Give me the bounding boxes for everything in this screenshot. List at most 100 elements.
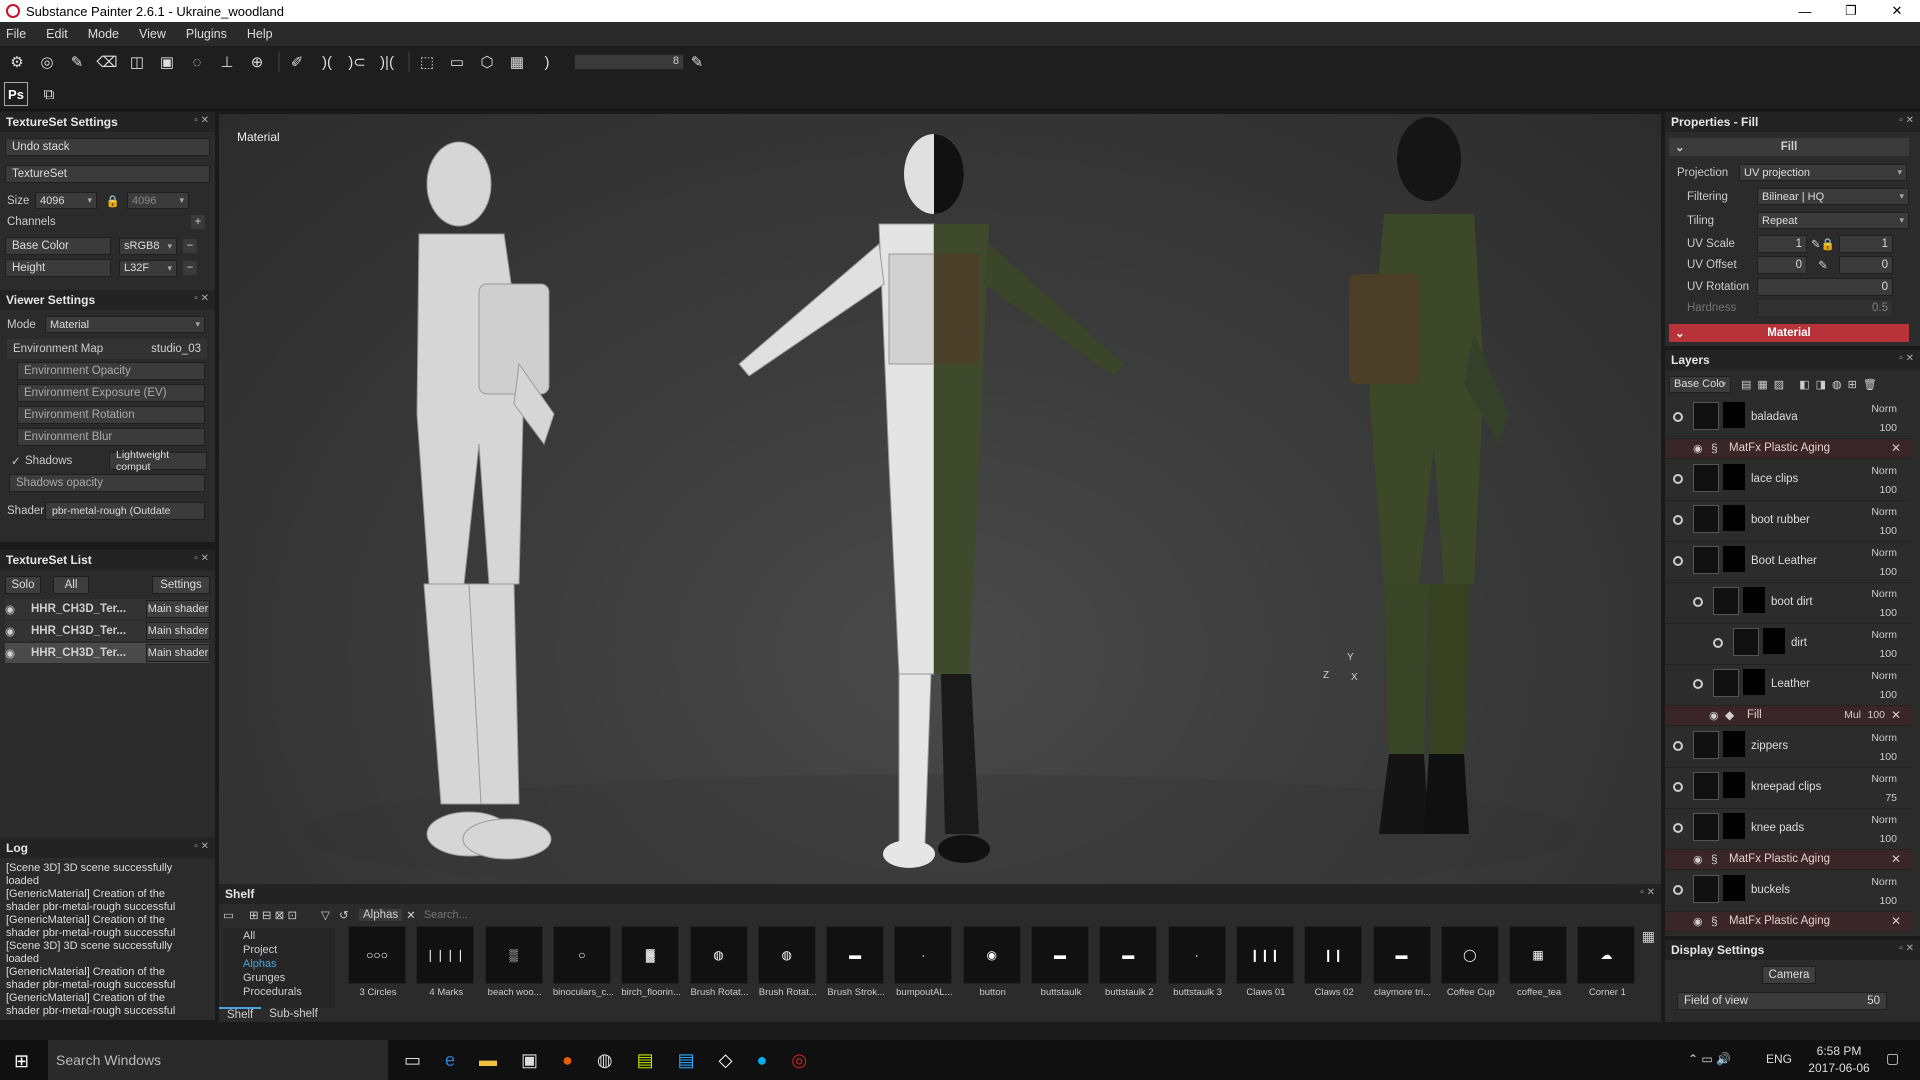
mode-select[interactable]: Material [45, 316, 205, 333]
shelf-item[interactable]: ▬ buttstaulk [1031, 926, 1091, 1002]
windows-start-icon[interactable]: ⊞ [14, 1051, 29, 1072]
layer-blend-mode[interactable]: Norm [1871, 732, 1897, 744]
filter-tag[interactable]: Alphas [359, 909, 403, 921]
layer-opacity[interactable]: 100 [1879, 689, 1897, 701]
settings-button[interactable]: Settings [152, 576, 210, 594]
menu-view[interactable]: View [139, 27, 166, 41]
clone-stamp-icon[interactable]: ⊥ [214, 50, 240, 74]
tray-icons[interactable]: ⌃ ▭ 🔊 [1688, 1052, 1731, 1066]
remove-effect-icon[interactable]: ✕ [1891, 708, 1901, 722]
add-channel-button[interactable]: + [191, 215, 205, 229]
visibility-radio-icon[interactable]: ◉ [5, 602, 19, 616]
layer-action-icons[interactable]: ▤▦▨ ◧◨◍⊞🗑 [1741, 378, 1883, 391]
export-icon[interactable]: ⧉ [36, 82, 62, 106]
layer-blend-mode[interactable]: Norm [1871, 670, 1897, 682]
panel-close-icon[interactable]: ▫ ✕ [194, 293, 209, 304]
solo-button[interactable]: Solo [5, 576, 41, 594]
layer-row[interactable]: boot dirt Norm 100 [1665, 583, 1911, 624]
shelf-item[interactable]: ◍ Brush Rotat... [689, 926, 750, 1002]
layer-blend-mode[interactable]: Norm [1871, 773, 1897, 785]
taskbar-search[interactable]: Search Windows [48, 1040, 388, 1080]
undo-stack-button[interactable]: Undo stack [5, 138, 210, 156]
sub-shelf-tab[interactable]: Sub-shelf [261, 1008, 326, 1020]
shelf-actions-icon[interactable]: ⊞ ⊟ ⊠ ⊡ [249, 908, 321, 922]
brush-size-slider[interactable]: 8 [574, 54, 684, 70]
layer-opacity[interactable]: 75 [1885, 792, 1897, 804]
clock-date[interactable]: 2017-06-06 [1804, 1061, 1874, 1075]
close-button[interactable]: ✕ [1874, 0, 1920, 22]
shadows-checkbox[interactable]: ✓ [11, 454, 25, 468]
all-button[interactable]: All [53, 576, 89, 594]
visibility-eye-icon[interactable] [1673, 823, 1683, 833]
textureset-field[interactable]: TextureSet [5, 165, 210, 183]
visibility-radio-icon[interactable]: ◉ [5, 624, 19, 638]
shader-select[interactable]: pbr-metal-rough (Outdate [45, 502, 205, 520]
panel-close-icon[interactable]: ▫ ✕ [1640, 887, 1655, 898]
base-color-format[interactable]: sRGB8 [119, 237, 177, 255]
fill-section-header[interactable]: ⌄ Fill [1669, 138, 1909, 156]
effect-row[interactable]: ◉ § MatFx Plastic Aging ✕ [1665, 912, 1911, 932]
shelf-item[interactable]: ▬ Brush Strok... [826, 926, 886, 1002]
3d-viewport[interactable]: Material Y Z X [219, 114, 1661, 884]
textureset-item[interactable]: ◉ HHR_CH3D_Ter... Main shader [5, 599, 210, 619]
shelf-category[interactable]: Project [223, 942, 335, 956]
visibility-eye-icon[interactable] [1693, 597, 1703, 607]
lock-icon[interactable]: 🔒 [103, 194, 123, 208]
photoshop-icon[interactable]: ▤ [678, 1050, 695, 1071]
layer-opacity[interactable]: 100 [1879, 566, 1897, 578]
symmetry-icon[interactable]: )( [314, 50, 340, 74]
textureset-item[interactable]: ◉ HHR_CH3D_Ter... Main shader [5, 621, 210, 641]
camera-button[interactable]: Camera [1762, 966, 1816, 984]
shader-assign-button[interactable]: Main shader [146, 644, 210, 662]
store-icon[interactable]: ▣ [521, 1050, 538, 1071]
shelf-category-selected[interactable]: Alphas [223, 956, 335, 970]
projection-icon[interactable]: ◫ [124, 50, 150, 74]
symmetry-axis-icon[interactable]: )|( [374, 50, 400, 74]
shader-assign-button[interactable]: Main shader [146, 600, 210, 618]
firefox-icon[interactable]: ● [562, 1050, 573, 1071]
shelf-item[interactable]: ▬ buttstaulk 2 [1099, 926, 1159, 1002]
visibility-eye-icon[interactable] [1673, 885, 1683, 895]
camera-icon[interactable]: ▭ [444, 50, 470, 74]
layer-blend-mode[interactable]: Norm [1871, 547, 1897, 559]
shelf-item[interactable]: ◉ button [962, 926, 1023, 1002]
visibility-eye-icon[interactable] [1673, 556, 1683, 566]
shelf-item[interactable]: ▬ claymore tri... [1372, 926, 1433, 1002]
visibility-eye-icon[interactable] [1673, 515, 1683, 525]
view-3d-icon[interactable]: ⬚ [414, 50, 440, 74]
language-indicator[interactable]: ENG [1766, 1052, 1792, 1066]
shelf-item[interactable]: · bumpoutAL... [894, 926, 954, 1002]
layer-row[interactable]: Boot Leather Norm 100 [1665, 542, 1911, 583]
layer-opacity[interactable]: 100 [1879, 751, 1897, 763]
layer-blend-mode[interactable]: Norm [1871, 814, 1897, 826]
shadows-opacity-slider[interactable]: Shadows opacity [9, 474, 205, 492]
filter-icon[interactable]: ▽ [321, 908, 339, 922]
lazy-mouse-icon[interactable]: ) [534, 50, 560, 74]
photoshop-export-button[interactable]: Ps [4, 82, 28, 106]
minimize-button[interactable]: — [1782, 0, 1828, 22]
uv-offset-u[interactable]: 0 [1757, 256, 1807, 274]
env-exposure-slider[interactable]: Environment Exposure (EV) [17, 384, 205, 402]
env-map-value[interactable]: studio_03 [151, 343, 201, 355]
screenshot-icon[interactable]: ▦ [504, 50, 530, 74]
menu-plugins[interactable]: Plugins [186, 27, 227, 41]
visibility-eye-icon[interactable] [1673, 741, 1683, 751]
shelf-tab[interactable]: Shelf [219, 1007, 262, 1021]
collapse-chevron-icon[interactable]: ⌄ [1675, 326, 1685, 340]
layer-row[interactable]: lace clips Norm 100 [1665, 460, 1911, 501]
layer-opacity[interactable]: 100 [1879, 895, 1897, 907]
layer-blend-mode[interactable]: Norm [1871, 588, 1897, 600]
material-picker-icon[interactable]: ⊕ [244, 50, 270, 74]
shelf-item[interactable]: ▓ birch_floorin... [621, 926, 681, 1002]
layer-blend-mode[interactable]: Norm [1871, 506, 1897, 518]
clock-time[interactable]: 6:58 PM [1804, 1044, 1874, 1058]
textureset-item[interactable]: ◉ HHR_CH3D_Ter... Main shader [5, 643, 210, 663]
shelf-item[interactable]: · buttstaulk 3 [1167, 926, 1228, 1002]
layer-opacity[interactable]: 100 [1879, 484, 1897, 496]
shelf-category[interactable]: All [223, 928, 335, 942]
paint-brush-icon[interactable]: ✎ [64, 50, 90, 74]
shelf-item[interactable]: ○○○ 3 Circles [348, 926, 408, 1002]
menu-file[interactable]: File [6, 27, 26, 41]
env-opacity-slider[interactable]: Environment Opacity [17, 362, 205, 380]
shelf-item[interactable]: ❘❘❘❘ 4 Marks [416, 926, 476, 1002]
